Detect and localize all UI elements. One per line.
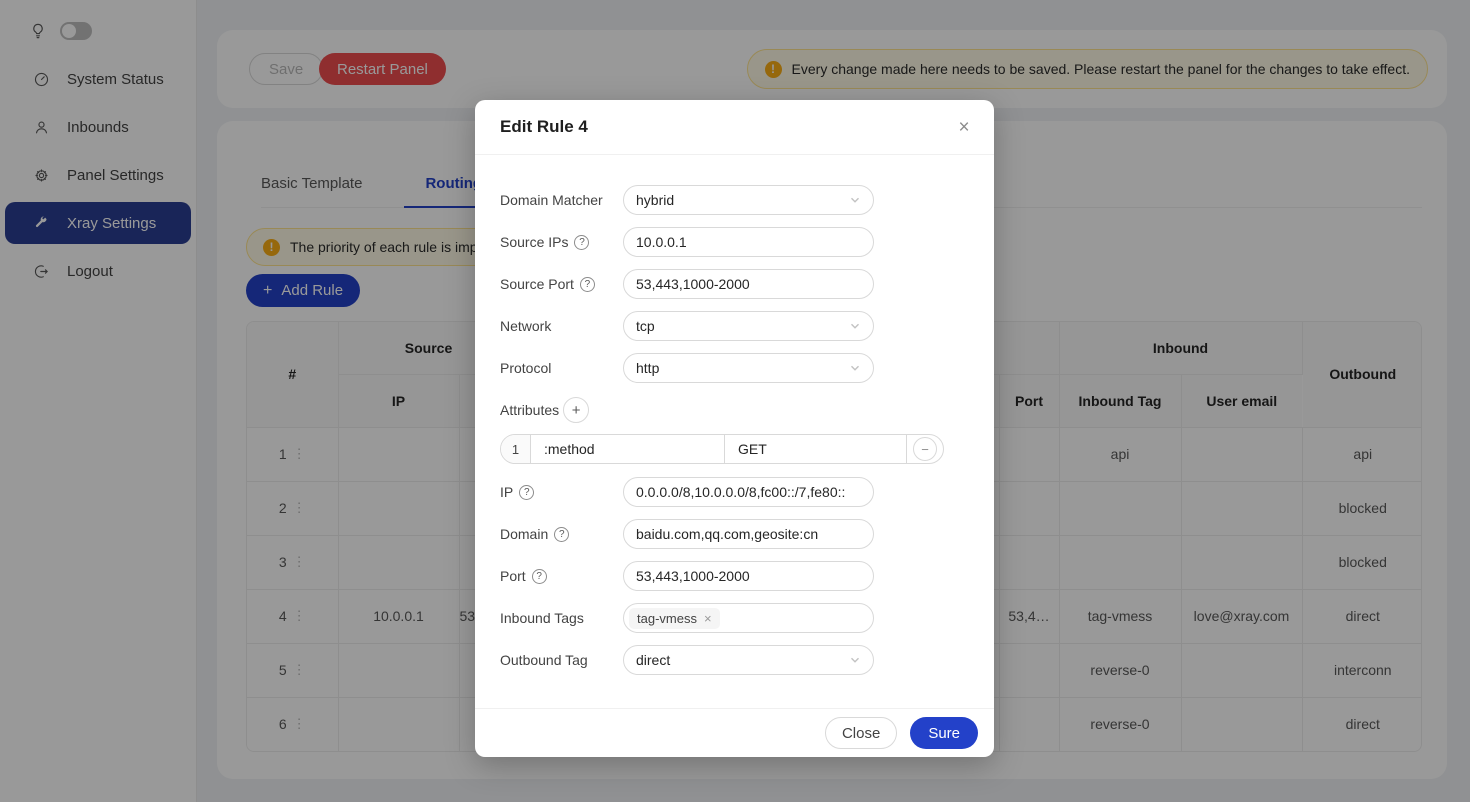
add-attribute-button[interactable]: + <box>563 397 589 423</box>
close-button[interactable]: Close <box>825 717 897 749</box>
attribute-index: 1 <box>501 435 531 463</box>
chevron-down-icon <box>849 194 861 206</box>
field-label: Domain Matcher <box>500 192 623 208</box>
question-circle-icon[interactable]: ? <box>580 277 595 292</box>
modal-title: Edit Rule 4 <box>500 117 588 137</box>
modal-footer: Close Sure <box>475 708 994 757</box>
question-circle-icon[interactable]: ? <box>554 527 569 542</box>
field-label: Port <box>500 568 526 584</box>
field-label: Source Port <box>500 276 574 292</box>
attribute-value-input[interactable] <box>725 435 906 463</box>
chevron-down-icon <box>849 362 861 374</box>
chevron-down-icon <box>849 654 861 666</box>
protocol-select[interactable]: http <box>623 353 874 383</box>
chevron-down-icon <box>849 320 861 332</box>
port-input[interactable] <box>623 561 874 591</box>
field-protocol: Protocol http <box>500 353 969 383</box>
tag-label: tag-vmess <box>637 611 697 626</box>
remove-tag-icon[interactable]: × <box>704 611 712 626</box>
edit-rule-modal: Edit Rule 4 × Domain Matcher hybrid Sour… <box>475 100 994 757</box>
tag-chip: tag-vmess × <box>629 608 720 629</box>
domain-input[interactable] <box>623 519 874 549</box>
field-label: Protocol <box>500 360 623 376</box>
network-value: tcp <box>636 318 655 334</box>
question-circle-icon[interactable]: ? <box>532 569 547 584</box>
field-ip: IP? <box>500 477 969 507</box>
field-label: Inbound Tags <box>500 610 623 626</box>
question-circle-icon[interactable]: ? <box>519 485 534 500</box>
field-label: Attributes <box>500 402 559 418</box>
field-inbound-tags: Inbound Tags tag-vmess × <box>500 603 969 633</box>
close-icon[interactable]: × <box>950 114 978 142</box>
field-domain-matcher: Domain Matcher hybrid <box>500 185 969 215</box>
domain-matcher-value: hybrid <box>636 192 674 208</box>
sure-button[interactable]: Sure <box>910 717 978 749</box>
field-outbound-tag: Outbound Tag direct <box>500 645 969 675</box>
protocol-value: http <box>636 360 659 376</box>
field-label: Domain <box>500 526 548 542</box>
field-source-port: Source Port? <box>500 269 969 299</box>
field-network: Network tcp <box>500 311 969 341</box>
field-port: Port? <box>500 561 969 591</box>
field-label: Network <box>500 318 623 334</box>
modal-header: Edit Rule 4 <box>475 100 994 155</box>
source-ips-input[interactable] <box>623 227 874 257</box>
outbound-tag-select[interactable]: direct <box>623 645 874 675</box>
attribute-name-input[interactable] <box>531 435 724 463</box>
question-circle-icon[interactable]: ? <box>574 235 589 250</box>
attribute-row: 1 − <box>500 434 944 464</box>
remove-attribute-button[interactable]: − <box>913 437 937 461</box>
field-domain: Domain? <box>500 519 969 549</box>
network-select[interactable]: tcp <box>623 311 874 341</box>
field-attributes: Attributes + <box>500 395 969 425</box>
source-port-input[interactable] <box>623 269 874 299</box>
domain-matcher-select[interactable]: hybrid <box>623 185 874 215</box>
field-label: Outbound Tag <box>500 652 623 668</box>
field-label: IP <box>500 484 513 500</box>
field-label: Source IPs <box>500 234 568 250</box>
field-source-ips: Source IPs? <box>500 227 969 257</box>
outbound-tag-value: direct <box>636 652 670 668</box>
ip-input[interactable] <box>623 477 874 507</box>
inbound-tags-select[interactable]: tag-vmess × <box>623 603 874 633</box>
